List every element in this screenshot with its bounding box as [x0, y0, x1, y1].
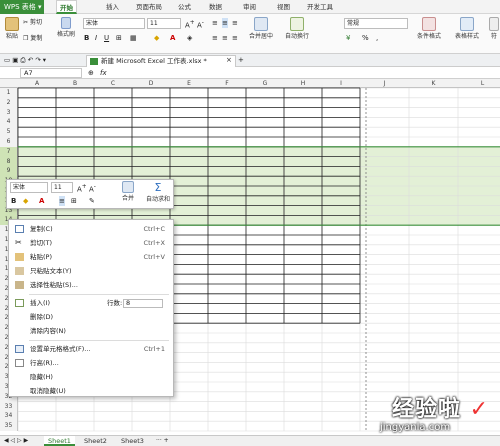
- mini-border-icon[interactable]: ⊞: [71, 196, 77, 206]
- sheet-tab-1[interactable]: Sheet1: [44, 436, 75, 446]
- menu-clear-label: 清除内容(N): [30, 327, 66, 335]
- menu-paste-text-label: 只粘贴文本(Y): [30, 267, 72, 275]
- menu-hide[interactable]: 隐藏(H): [9, 370, 173, 384]
- menu-cut-shortcut: Ctrl+X: [143, 239, 165, 247]
- menu-cut[interactable]: ✂ 剪切(T) Ctrl+X: [9, 236, 173, 250]
- mini-shrink-font-icon[interactable]: A-: [89, 182, 96, 194]
- menu-delete[interactable]: 删除(D): [9, 310, 173, 324]
- paste-menu-icon: [15, 253, 24, 261]
- insert-rows-icon: [15, 299, 24, 307]
- mini-font-name[interactable]: 宋体: [10, 182, 48, 193]
- menu-format-cells[interactable]: 设置单元格格式(F)... Ctrl+1: [9, 342, 173, 356]
- more-sheets-icon[interactable]: ··· +: [156, 436, 169, 446]
- menu-separator: [29, 340, 169, 341]
- menu-unhide-label: 取消隐藏(U): [30, 387, 66, 395]
- menu-row-height-label: 行高(R)...: [30, 359, 59, 367]
- watermark-url: jingyanla.com: [380, 422, 451, 433]
- format-cells-icon: [15, 345, 24, 353]
- menu-paste-text[interactable]: 只粘贴文本(Y): [9, 264, 173, 278]
- mini-toolbar: 宋体 11 A+ A- B ◆ A ≡ ⊞ ✎ 合并 Σ 自动求和: [6, 179, 174, 209]
- mini-merge-icon: [122, 181, 134, 193]
- menu-row-height[interactable]: 行高(R)...: [9, 356, 173, 370]
- watermark-logo: 经验啦 ✓: [392, 397, 490, 422]
- menu-copy[interactable]: 复制(C) Ctrl+C: [9, 222, 173, 236]
- menu-paste-special-label: 选择性粘贴(S)...: [30, 281, 78, 289]
- menu-paste-shortcut: Ctrl+V: [143, 253, 165, 261]
- sheet-tab-2[interactable]: Sheet2: [80, 436, 111, 446]
- context-menu: 复制(C) Ctrl+C ✂ 剪切(T) Ctrl+X 粘贴(P) Ctrl+V…: [8, 219, 174, 397]
- copy-menu-icon: [15, 225, 24, 233]
- mini-merge-button[interactable]: 合并: [115, 181, 141, 202]
- sheet-tab-3[interactable]: Sheet3: [117, 436, 148, 446]
- rows-count-input[interactable]: 8: [123, 299, 163, 308]
- cut-menu-icon: ✂: [15, 238, 22, 247]
- sheet-nav-arrows[interactable]: ◀ ◁ ▷ ▶: [4, 436, 28, 446]
- mini-bold-icon[interactable]: B: [11, 196, 16, 206]
- paste-text-icon: [15, 267, 24, 275]
- rows-count-label: 行数:: [107, 299, 123, 307]
- menu-delete-label: 删除(D): [30, 313, 54, 321]
- sigma-icon: Σ: [154, 181, 162, 194]
- mini-grow-font-icon[interactable]: A+: [77, 182, 87, 194]
- mini-autosum-button[interactable]: Σ 自动求和: [143, 181, 173, 203]
- menu-separator: [29, 294, 169, 295]
- mini-merge-label: 合并: [121, 195, 134, 202]
- mini-font-color-icon[interactable]: A: [39, 196, 44, 206]
- menu-format-cells-label: 设置单元格格式(F)...: [30, 345, 91, 353]
- mini-font-size[interactable]: 11: [51, 182, 73, 193]
- menu-clear[interactable]: 清除内容(N): [9, 324, 173, 338]
- paste-special-icon: [15, 281, 24, 289]
- mini-font-name-value: 宋体: [13, 184, 26, 191]
- rows-count-value: 8: [126, 299, 131, 307]
- mini-font-size-value: 11: [54, 184, 62, 191]
- menu-copy-shortcut: Ctrl+C: [143, 225, 165, 233]
- menu-paste-special[interactable]: 选择性粘贴(S)...: [9, 278, 173, 292]
- mini-autosum-label: 自动求和: [145, 196, 170, 203]
- menu-format-shortcut: Ctrl+1: [143, 345, 165, 353]
- menu-insert[interactable]: 插入(I) 行数: 8: [9, 296, 173, 310]
- mini-format-painter-icon[interactable]: ✎: [89, 196, 95, 206]
- menu-paste-label: 粘贴(P): [30, 253, 52, 261]
- mini-fill-color-icon[interactable]: ◆: [23, 196, 28, 206]
- menu-paste[interactable]: 粘贴(P) Ctrl+V: [9, 250, 173, 264]
- mini-align-center-icon[interactable]: ≡: [59, 196, 65, 206]
- menu-copy-label: 复制(C): [30, 225, 53, 233]
- sheet-tab-bar: [0, 435, 500, 446]
- menu-insert-label: 插入(I): [30, 299, 50, 307]
- menu-unhide[interactable]: 取消隐藏(U): [9, 384, 173, 398]
- row-height-icon: [15, 359, 24, 367]
- menu-hide-label: 隐藏(H): [30, 373, 53, 381]
- menu-cut-label: 剪切(T): [30, 239, 53, 247]
